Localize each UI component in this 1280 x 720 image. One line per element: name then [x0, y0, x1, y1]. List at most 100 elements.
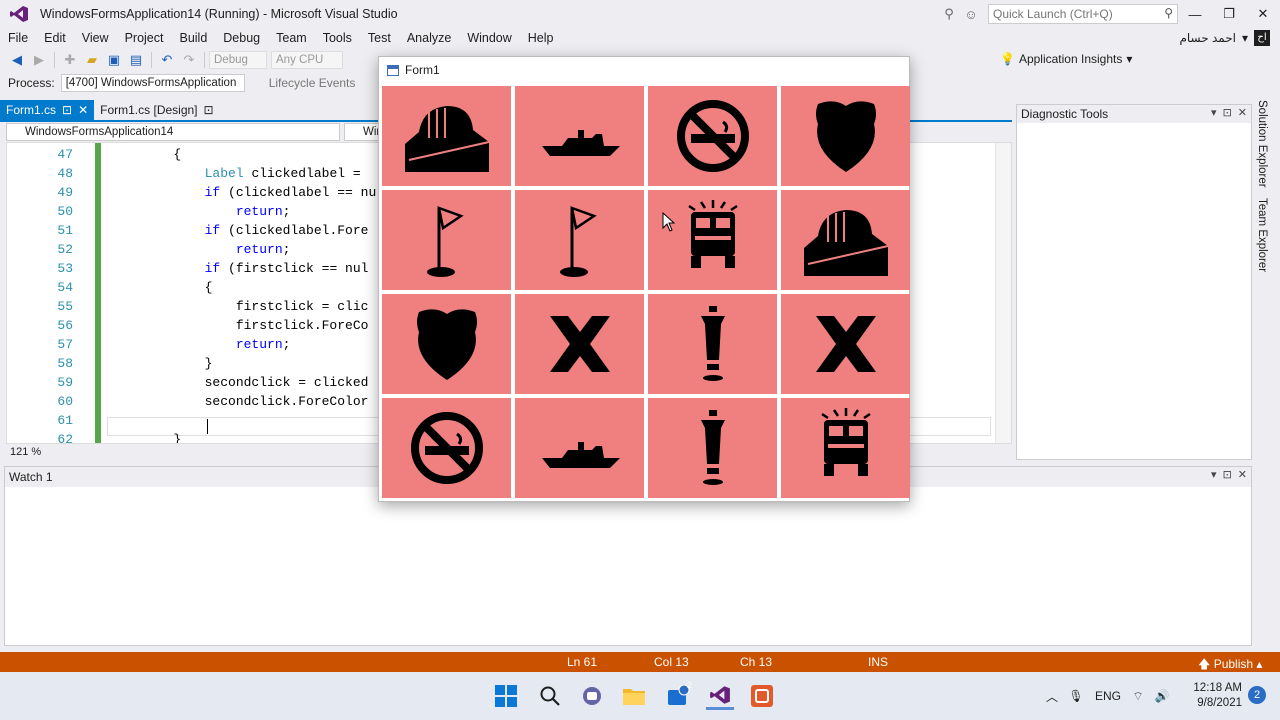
close-icon[interactable]: ✕: [1238, 468, 1247, 481]
feedback-icon[interactable]: ☺: [960, 7, 982, 22]
line-number: 53: [57, 261, 73, 276]
line-text: {: [111, 280, 213, 295]
platform-dropdown[interactable]: Any CPU: [271, 51, 343, 69]
menu-debug[interactable]: Debug: [215, 28, 268, 48]
new-project-icon[interactable]: ✚: [59, 50, 81, 70]
screen-recorder-icon[interactable]: [748, 682, 776, 710]
chevron-up-icon[interactable]: ︿: [1042, 688, 1062, 705]
fire-truck-icon: [820, 408, 871, 476]
wifi-icon[interactable]: ⌔: [1126, 689, 1150, 704]
close-icon[interactable]: ✕: [1238, 106, 1247, 119]
menu-test[interactable]: Test: [360, 28, 399, 48]
line-number: 58: [57, 356, 73, 371]
lifecycle-events-dropdown[interactable]: Lifecycle Events: [269, 76, 356, 90]
game-tile[interactable]: [781, 86, 910, 186]
maximize-button[interactable]: ❐: [1212, 6, 1246, 22]
teams-chat-icon[interactable]: [578, 682, 606, 710]
system-clock[interactable]: 12:18 AM 9/8/2021: [1193, 681, 1242, 711]
menu-help[interactable]: Help: [520, 28, 562, 48]
toolbar-separator: [54, 52, 55, 68]
pin-icon[interactable]: ⊡: [1223, 468, 1232, 481]
vertical-scrollbar[interactable]: [995, 143, 1011, 443]
line-text: secondclick = clicked: [111, 375, 369, 390]
title-bar: WindowsFormsApplication14 (Running) - Mi…: [0, 0, 1280, 28]
platform-value: Any CPU: [276, 54, 324, 66]
menu-edit[interactable]: Edit: [36, 28, 74, 48]
process-dropdown[interactable]: [4700] WindowsFormsApplication: [60, 74, 245, 92]
game-tile[interactable]: [515, 86, 644, 186]
tab-team-explorer[interactable]: Team Explorer: [1256, 198, 1268, 272]
microphone-icon[interactable]: 🎙: [1062, 689, 1090, 703]
game-tile[interactable]: [781, 190, 910, 290]
zoom-level[interactable]: 121 %: [10, 446, 41, 458]
close-icon[interactable]: ✕: [78, 103, 88, 117]
save-icon[interactable]: ▣: [103, 50, 125, 70]
user-avatar[interactable]: اح: [1254, 30, 1270, 46]
input-language[interactable]: ENG: [1090, 689, 1126, 703]
tab-form1-cs[interactable]: Form1.cs ⊡ ✕: [0, 100, 95, 120]
save-all-icon[interactable]: ▤: [125, 50, 147, 70]
pin-icon[interactable]: ⊡: [62, 103, 72, 117]
game-tile[interactable]: [781, 294, 910, 394]
menu-build[interactable]: Build: [171, 28, 215, 48]
line-text: }: [111, 432, 182, 444]
back-icon[interactable]: ◀: [6, 50, 28, 70]
game-tile[interactable]: [382, 190, 511, 290]
redo-icon[interactable]: ↷: [178, 50, 200, 70]
filter-icon[interactable]: ⚲: [938, 6, 960, 22]
visual-studio-taskbar-icon[interactable]: [706, 682, 734, 710]
quick-launch-input[interactable]: Quick Launch (Ctrl+Q) ⚲: [988, 4, 1178, 24]
game-tile[interactable]: [382, 294, 511, 394]
quick-launch-placeholder: Quick Launch (Ctrl+Q): [993, 7, 1113, 21]
menu-bar: File Edit View Project Build Debug Team …: [0, 28, 1280, 48]
menu-team[interactable]: Team: [268, 28, 315, 48]
open-folder-icon[interactable]: ▰: [81, 50, 103, 70]
menu-view[interactable]: View: [74, 28, 117, 48]
volume-icon[interactable]: 🔊: [1150, 689, 1174, 703]
form-title-bar[interactable]: Form1: [379, 57, 909, 83]
game-tile[interactable]: [648, 190, 777, 290]
tab-solution-explorer[interactable]: Solution Explorer: [1256, 100, 1268, 188]
menu-tools[interactable]: Tools: [315, 28, 360, 48]
windows-start-icon[interactable]: [492, 682, 520, 710]
menu-project[interactable]: Project: [117, 28, 172, 48]
process-label: Process:: [8, 76, 55, 90]
notification-badge[interactable]: 2: [1248, 686, 1266, 704]
game-tile[interactable]: [648, 86, 777, 186]
undo-icon[interactable]: ↶: [156, 50, 178, 70]
forward-icon[interactable]: ▶: [28, 50, 50, 70]
search-icon[interactable]: [536, 682, 564, 710]
game-tile[interactable]: [515, 190, 644, 290]
game-tile[interactable]: [515, 398, 644, 498]
pin-icon[interactable]: ⊡: [204, 103, 214, 117]
close-button[interactable]: ✕: [1246, 6, 1280, 22]
flag-icon: [426, 206, 464, 277]
configuration-dropdown[interactable]: Debug: [209, 51, 267, 69]
pin-icon[interactable]: ⊡: [1223, 106, 1232, 119]
game-tile[interactable]: [648, 294, 777, 394]
chevron-down-icon[interactable]: ▾: [1211, 468, 1217, 481]
side-tab-strip: Solution Explorer Team Explorer: [1256, 100, 1276, 280]
game-tile[interactable]: [648, 398, 777, 498]
user-name[interactable]: احمد حسام: [1179, 31, 1236, 45]
menu-window[interactable]: Window: [459, 28, 519, 48]
game-tile[interactable]: [781, 398, 910, 498]
store-icon[interactable]: 2: [664, 680, 692, 710]
file-explorer-icon[interactable]: [620, 682, 648, 710]
ship-icon: [541, 130, 620, 156]
user-dropdown-icon[interactable]: ▾: [1242, 31, 1248, 45]
project-dropdown[interactable]: WindowsFormsApplication14: [6, 123, 340, 141]
search-icon[interactable]: ⚲: [1164, 6, 1173, 20]
system-tray: ︿ 🎙 ENG ⌔ 🔊: [1042, 672, 1174, 720]
minimize-button[interactable]: —: [1178, 7, 1212, 22]
game-tile[interactable]: [515, 294, 644, 394]
menu-file[interactable]: File: [0, 28, 36, 48]
application-insights-button[interactable]: 💡 Application Insights ▾: [1000, 52, 1132, 66]
game-tile[interactable]: [382, 86, 511, 186]
menu-analyze[interactable]: Analyze: [399, 28, 459, 48]
chevron-down-icon[interactable]: ▾: [1211, 106, 1217, 119]
text-caret: [207, 419, 208, 434]
game-tile[interactable]: [382, 398, 511, 498]
tab-form1-design[interactable]: Form1.cs [Design] ⊡: [94, 100, 219, 120]
line-number: 54: [57, 280, 73, 295]
